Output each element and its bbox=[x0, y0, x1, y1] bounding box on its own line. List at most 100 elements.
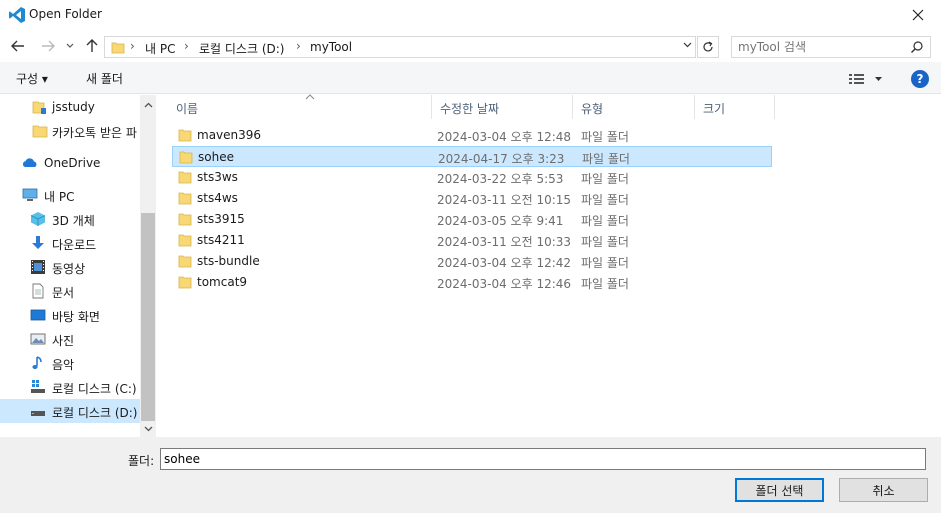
column-header-name[interactable]: 이름 bbox=[168, 94, 432, 119]
file-date: 2024-03-11 오전 10:33 bbox=[437, 235, 572, 249]
column-header-size[interactable]: 크기 bbox=[695, 95, 775, 119]
select-folder-button[interactable]: 폴더 선택 bbox=[735, 478, 824, 502]
file-date: 2024-03-05 오후 9:41 bbox=[437, 214, 564, 228]
sidebar-item-label: 동영상 bbox=[52, 262, 86, 276]
file-row-maven396[interactable]: maven396 2024-03-04 오후 12:48 파일 폴더 bbox=[172, 125, 772, 146]
file-type: 파일 폴더 bbox=[581, 193, 629, 207]
sidebar-item-my-pc[interactable]: 내 PC bbox=[0, 183, 140, 207]
up-button[interactable] bbox=[84, 36, 100, 56]
folder-name-input[interactable] bbox=[160, 448, 926, 470]
sidebar-item-label: 음악 bbox=[52, 358, 75, 372]
video-icon bbox=[31, 260, 45, 274]
sidebar-item-label: OneDrive bbox=[44, 156, 101, 170]
refresh-icon bbox=[703, 41, 713, 52]
file-type: 파일 폴더 bbox=[581, 256, 629, 270]
refresh-button[interactable] bbox=[697, 36, 719, 58]
breadcrumb-mytool[interactable]: myTool bbox=[310, 40, 352, 54]
sidebar-item-label: jsstudy bbox=[52, 100, 95, 114]
search-box[interactable] bbox=[731, 36, 931, 58]
sidebar-item-kakaotalk[interactable]: 카카오톡 받은 파 bbox=[0, 119, 140, 143]
sidebar-item-music[interactable]: 음악 bbox=[0, 351, 140, 375]
column-header-type[interactable]: 유형 bbox=[573, 95, 695, 119]
sidebar-item-label: 내 PC bbox=[44, 190, 75, 204]
file-date: 2024-03-04 오후 12:42 bbox=[437, 256, 572, 270]
sidebar-item-documents[interactable]: 문서 bbox=[0, 279, 140, 303]
search-icon bbox=[911, 41, 923, 53]
recent-locations-button[interactable] bbox=[64, 36, 76, 56]
file-list: 이름 수정한 날짜 유형 크기 maven396 2024-03-04 오후 1… bbox=[158, 94, 941, 437]
sidebar-item-label: 로컬 디스크 (D:) bbox=[52, 406, 138, 420]
folder-icon bbox=[179, 151, 193, 164]
file-row-sohee[interactable]: sohee 2024-04-17 오후 3:23 파일 폴더 bbox=[172, 146, 772, 167]
sidebar-item-label: 3D 개체 bbox=[52, 214, 95, 228]
file-type: 파일 폴더 bbox=[581, 172, 629, 186]
sidebar-item-label: 다운로드 bbox=[52, 238, 97, 252]
download-icon bbox=[32, 236, 44, 249]
forward-button[interactable] bbox=[38, 36, 58, 56]
address-bar[interactable]: › 내 PC › 로컬 디스크 (D:) › myTool bbox=[104, 36, 696, 58]
breadcrumb-drive-d[interactable]: 로컬 디스크 (D:) bbox=[199, 40, 284, 57]
sidebar-scrollbar[interactable] bbox=[140, 95, 155, 437]
sidebar-item-label: 로컬 디스크 (C:) bbox=[52, 382, 137, 396]
sidebar-item-label: 바탕 화면 bbox=[52, 310, 100, 324]
cancel-button[interactable]: 취소 bbox=[839, 478, 928, 502]
sidebar-item-drive-c[interactable]: 로컬 디스크 (C:) bbox=[0, 375, 140, 399]
navigation-pane: jsstudy 카카오톡 받은 파 OneDrive 내 PC 3D 개체 다운… bbox=[0, 95, 156, 437]
file-type: 파일 폴더 bbox=[581, 235, 629, 249]
folder-icon bbox=[178, 129, 192, 142]
file-row-sts3915[interactable]: sts3915 2024-03-05 오후 9:41 파일 폴더 bbox=[172, 209, 772, 230]
folder-label: 폴더: bbox=[128, 454, 155, 468]
breadcrumb-my-pc[interactable]: 내 PC bbox=[145, 40, 175, 57]
new-folder-button[interactable]: 새 폴더 bbox=[86, 70, 123, 87]
arrow-right-icon bbox=[42, 40, 55, 52]
breadcrumb-separator: › bbox=[130, 39, 135, 53]
sidebar-item-3d-objects[interactable]: 3D 개체 bbox=[0, 207, 140, 231]
scroll-down-button[interactable] bbox=[140, 421, 155, 437]
file-row-tomcat9[interactable]: tomcat9 2024-03-04 오후 12:46 파일 폴더 bbox=[172, 272, 772, 293]
help-button[interactable]: ? bbox=[911, 70, 929, 88]
sidebar-item-pictures[interactable]: 사진 bbox=[0, 327, 140, 351]
file-row-sts4211[interactable]: sts4211 2024-03-11 오전 10:33 파일 폴더 bbox=[172, 230, 772, 251]
column-header-date[interactable]: 수정한 날짜 bbox=[432, 95, 573, 119]
dialog-footer: 폴더: 폴더 선택 취소 bbox=[0, 437, 941, 513]
file-row-sts3ws[interactable]: sts3ws 2024-03-22 오후 5:53 파일 폴더 bbox=[172, 167, 772, 188]
sidebar-item-drive-d[interactable]: 로컬 디스크 (D:) bbox=[0, 399, 140, 423]
file-name: sts-bundle bbox=[197, 254, 260, 268]
title-bar: Open Folder bbox=[0, 0, 941, 30]
address-dropdown-button[interactable] bbox=[680, 36, 694, 54]
breadcrumb-separator: › bbox=[184, 39, 189, 53]
scroll-up-button[interactable] bbox=[140, 97, 155, 113]
organize-button[interactable]: 구성 ▾ bbox=[16, 70, 48, 87]
document-icon bbox=[32, 283, 44, 299]
close-icon bbox=[912, 9, 924, 21]
sidebar-item-downloads[interactable]: 다운로드 bbox=[0, 231, 140, 255]
sidebar-item-desktop[interactable]: 바탕 화면 bbox=[0, 303, 140, 327]
back-button[interactable] bbox=[8, 36, 28, 56]
file-name: sts4ws bbox=[197, 191, 238, 205]
folder-icon bbox=[178, 234, 192, 247]
view-options-button[interactable] bbox=[848, 71, 888, 87]
close-button[interactable] bbox=[895, 0, 941, 30]
file-row-sts-bundle[interactable]: sts-bundle 2024-03-04 오후 12:42 파일 폴더 bbox=[172, 251, 772, 272]
search-input[interactable] bbox=[738, 39, 904, 55]
folder-icon bbox=[178, 171, 192, 184]
file-date: 2024-03-04 오후 12:46 bbox=[437, 277, 572, 291]
sidebar-item-jsstudy[interactable]: jsstudy bbox=[0, 95, 140, 119]
folder-icon bbox=[178, 276, 192, 289]
sidebar-item-label: 사진 bbox=[52, 334, 75, 348]
drive-icon bbox=[31, 411, 45, 416]
breadcrumb-separator: › bbox=[296, 39, 301, 53]
scroll-thumb[interactable] bbox=[141, 213, 155, 421]
file-name: sts4211 bbox=[197, 233, 245, 247]
file-date: 2024-03-11 오전 10:15 bbox=[437, 193, 572, 207]
sidebar-item-videos[interactable]: 동영상 bbox=[0, 255, 140, 279]
file-row-sts4ws[interactable]: sts4ws 2024-03-11 오전 10:15 파일 폴더 bbox=[172, 188, 772, 209]
sidebar-item-label: 카카오톡 받은 파 bbox=[52, 126, 137, 140]
picture-icon bbox=[30, 333, 46, 345]
file-name: tomcat9 bbox=[197, 275, 248, 289]
computer-icon bbox=[22, 188, 38, 201]
sidebar-item-onedrive[interactable]: OneDrive bbox=[0, 151, 140, 175]
chevron-down-icon bbox=[683, 42, 691, 48]
address-row: › 내 PC › 로컬 디스크 (D:) › myTool bbox=[0, 32, 941, 60]
cube-icon bbox=[30, 212, 46, 226]
